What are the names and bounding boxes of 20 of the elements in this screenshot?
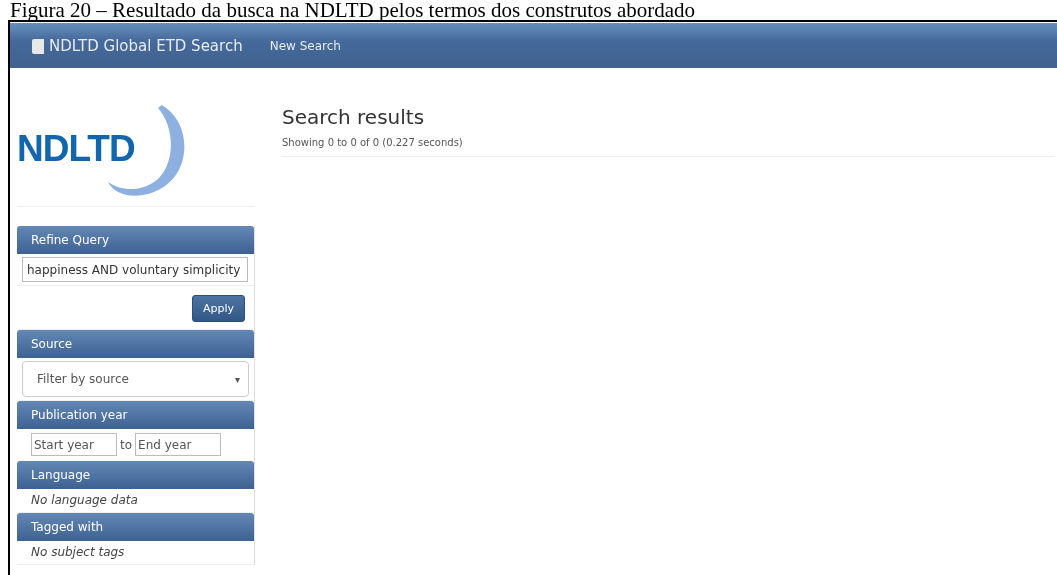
apply-button[interactable]: Apply	[191, 295, 245, 322]
site-title[interactable]: NDLTD Global ETD Search	[49, 36, 243, 55]
end-year-field[interactable]: End year	[135, 433, 222, 456]
panel-header: Language	[17, 461, 254, 489]
results-heading: Search results	[282, 105, 426, 129]
logo-text: NDLTD	[17, 128, 135, 170]
results-summary: Showing 0 to 0 of 0 (0.227 seconds)	[282, 137, 464, 148]
empty-note: No language data	[31, 493, 138, 507]
panel-header: Refine Query	[17, 226, 254, 254]
empty-note: No subject tags	[31, 545, 125, 559]
panel-header: Publication year	[17, 401, 254, 429]
nav-link[interactable]: New Search	[269, 38, 341, 53]
range-separator: to	[120, 437, 133, 452]
book-icon	[32, 37, 45, 54]
start-year-field[interactable]: Start year	[31, 433, 117, 456]
source-dropdown[interactable]: Filter by source ▾	[22, 361, 249, 397]
figure-caption: Figura 20 – Resultado da busca na NDLTD pelos termos dos construtos abordado	[9, 0, 697, 20]
panel-header: Source	[17, 330, 254, 358]
panel-header: Tagged with	[17, 513, 254, 541]
query-field[interactable]: happiness AND voluntary simplicity	[22, 257, 248, 282]
